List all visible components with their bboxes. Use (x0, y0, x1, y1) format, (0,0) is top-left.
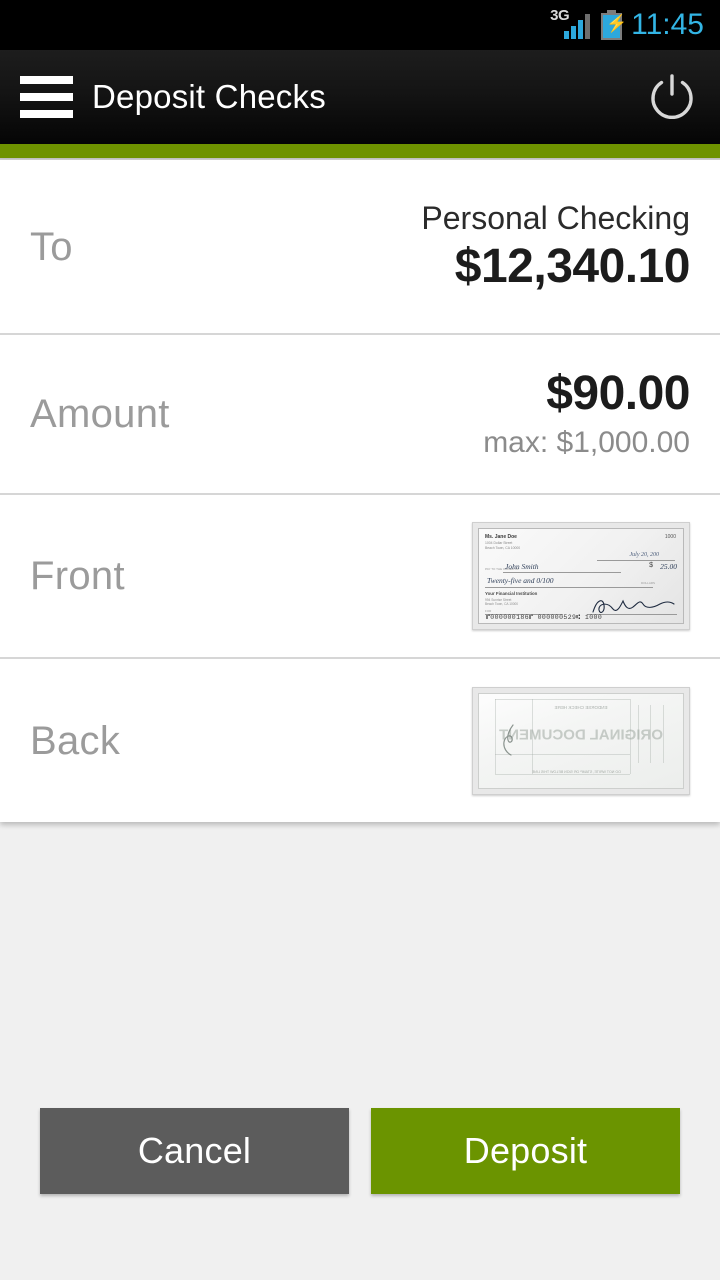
amount-max-label: max: $1,000.00 (483, 426, 690, 459)
check-amount-words: Twenty-five and 0/100 (487, 576, 554, 585)
form-row-amount[interactable]: Amount $90.00 max: $1,000.00 (0, 335, 720, 495)
row-label-back: Back (30, 718, 121, 763)
check-front-image: Ms. Jane Doe 1004 Dollar Street Beach To… (478, 528, 684, 624)
check-back-image: ENDORSE CHECK HERE ORIGINAL DOCUMENT DO … (478, 692, 684, 789)
row-label-amount: Amount (30, 392, 170, 436)
check-front-thumbnail[interactable]: Ms. Jane Doe 1004 Dollar Street Beach To… (472, 522, 690, 630)
form-row-front[interactable]: Front Ms. Jane Doe 1004 Dollar Street Be… (0, 495, 720, 659)
check-dollar-symbol: $ (649, 562, 653, 569)
check-memo-label: FOR (485, 609, 492, 613)
status-bar-icons: 3G ⚡ 11:45 (550, 7, 704, 42)
signal-bars-icon: 3G (550, 7, 592, 42)
status-bar-clock: 11:45 (631, 8, 704, 41)
row-label-front: Front (30, 554, 125, 598)
check-amount-numeric: 25.00 (660, 562, 677, 571)
check-bank-address-2: Beach Town, CA 10000 (485, 602, 519, 606)
check-number: 1000 (664, 534, 676, 540)
amount-value: $90.00 max: $1,000.00 (483, 366, 690, 462)
endorsement-signature-icon (503, 724, 514, 756)
endorse-header-text: ENDORSE CHECK HERE (554, 704, 608, 710)
form-row-to[interactable]: To Personal Checking $12,340.10 (0, 160, 720, 335)
check-date: July 20, 200 (629, 552, 660, 558)
hamburger-menu-icon[interactable] (0, 50, 92, 144)
endorse-note-text: DO NOT WRITE, STAMP OR SIGN BELOW THIS L… (532, 770, 621, 775)
to-account-value: Personal Checking $12,340.10 (421, 198, 690, 296)
check-payer-address-2: Beach Town, CA 10000 (485, 546, 521, 550)
cancel-button[interactable]: Cancel (40, 1108, 349, 1194)
check-bank-name: Your Financial Institution (485, 591, 538, 596)
action-bar: Deposit Checks (0, 50, 720, 144)
check-dollars-label: DOLLARS (640, 581, 655, 585)
battery-charging-icon: ⚡ (601, 10, 627, 40)
check-payer-address-1: 1004 Dollar Street (485, 541, 513, 545)
deposit-form-card: To Personal Checking $12,340.10 Amount $… (0, 160, 720, 822)
signal-strength-bars (564, 13, 592, 39)
accent-bar (0, 144, 720, 158)
check-micr-line: ⑈000000186⑈ 000000529⑆ 1000 (486, 614, 603, 621)
row-label-to: To (30, 224, 73, 269)
account-name: Personal Checking (421, 199, 690, 236)
app-screen: 3G ⚡ 11:45 Deposit Checks To Personal Ch… (0, 0, 720, 1280)
page-title: Deposit Checks (92, 78, 326, 115)
form-row-back[interactable]: Back ENDORSE CHECK HERE ORIGINAL DOCUMEN… (0, 659, 720, 822)
check-back-thumbnail[interactable]: ENDORSE CHECK HERE ORIGINAL DOCUMENT DO … (472, 686, 690, 795)
status-bar: 3G ⚡ 11:45 (0, 0, 720, 50)
check-payee: John Smith (505, 562, 539, 571)
deposit-button[interactable]: Deposit (371, 1108, 680, 1194)
action-button-bar: Cancel Deposit (0, 1090, 720, 1280)
account-balance: $12,340.10 (454, 239, 691, 293)
check-payer-name: Ms. Jane Doe (485, 534, 517, 540)
power-icon[interactable] (624, 50, 720, 144)
amount-field: $90.00 (546, 367, 690, 420)
